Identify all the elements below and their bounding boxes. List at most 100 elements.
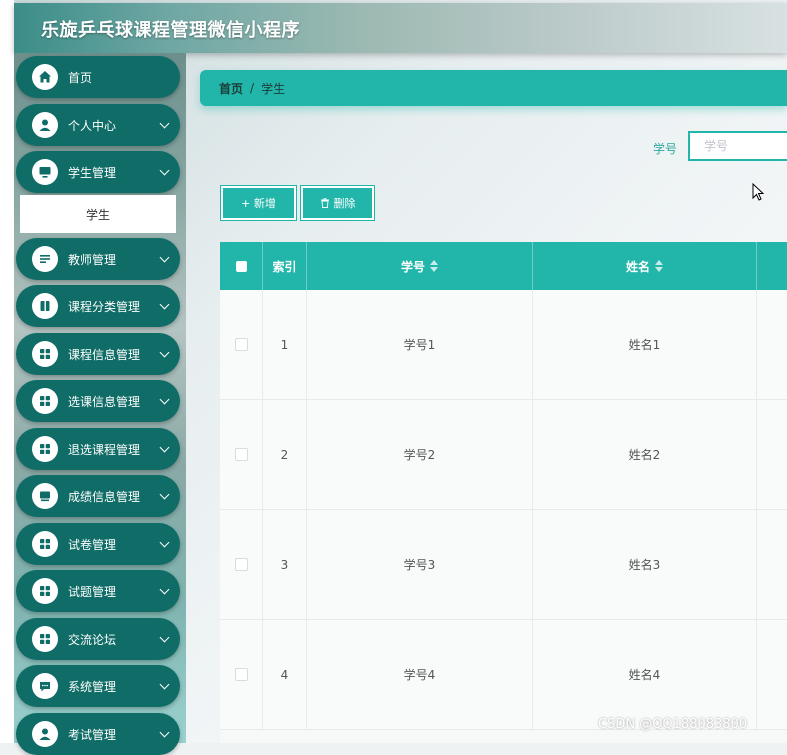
header-bar: 乐旋乒乓球课程管理微信小程序 [14,3,787,53]
sidebar-item-student-management[interactable]: 学生管理 [16,151,180,193]
sidebar: 首页 个人中心 学生管理 学生 教师管理 课程分类管理 课程信息管理 选课信息管… [14,53,186,755]
monitor-icon [32,159,58,185]
chevron-down-icon [159,442,170,453]
watermark: CSDN @QQ188083800 [598,717,748,732]
search-label: 学号 [653,142,678,156]
sidebar-item-exam-paper[interactable]: 试卷管理 [16,523,180,565]
grid-icon [32,436,58,462]
column-header-overflow [757,242,787,290]
breadcrumb-separator: / [250,81,255,95]
sidebar-item-course-selection[interactable]: 选课信息管理 [16,380,180,422]
left-edge-strip [0,0,14,743]
column-header-name[interactable]: 姓名 [533,242,757,290]
sidebar-item-home[interactable]: 首页 [16,56,180,98]
row-select-cell [220,400,263,509]
sidebar-item-course-category[interactable]: 课程分类管理 [16,285,180,327]
index-cell: 1 [263,290,307,399]
row-checkbox[interactable] [234,338,248,351]
column-header-label: 学号 [400,259,425,274]
sidebar-item-label: 系统管理 [68,679,117,694]
grid-icon [32,531,58,557]
user-icon [32,721,58,747]
grid-icon [32,388,58,414]
table-header: 索引 学号 姓名 [220,242,787,290]
trash-icon [320,198,330,208]
sidebar-item-label: 课程信息管理 [68,347,141,362]
grid-icon [32,341,58,367]
row-checkbox[interactable] [234,558,248,571]
table-row: 3 学号3 姓名3 [220,510,787,620]
name-cell: 姓名4 [533,620,757,729]
book-icon [32,293,58,319]
sidebar-item-label: 学生管理 [68,165,117,180]
index-cell: 4 [263,620,307,729]
sidebar-item-label: 退选课程管理 [68,442,141,457]
list-icon [32,246,58,272]
column-header-index: 索引 [263,242,307,290]
chevron-down-icon [159,727,170,738]
sort-icon[interactable] [430,260,438,272]
student-table: 索引 学号 姓名 1 学号1 姓名1 2 学号2 姓名2 3 学号3 姓名3 4… [220,242,787,743]
sidebar-item-forum[interactable]: 交流论坛 [16,618,180,660]
add-button-label: + 新增 [241,197,276,210]
table-row: 1 学号1 姓名1 [220,290,787,400]
chevron-down-icon [159,252,170,263]
sidebar-item-question[interactable]: 试题管理 [16,570,180,612]
submenu-item-student[interactable]: 学生 [20,195,176,233]
chevron-down-icon [159,632,170,643]
row-checkbox[interactable] [234,668,248,681]
sidebar-item-course-withdrawal[interactable]: 退选课程管理 [16,428,180,470]
grid-icon [32,578,58,604]
row-select-cell [220,510,263,619]
chevron-down-icon [159,347,170,358]
student-id-cell: 学号3 [307,510,533,619]
chevron-down-icon [159,394,170,405]
sidebar-item-teacher-management[interactable]: 教师管理 [16,238,180,280]
sidebar-item-course-info[interactable]: 课程信息管理 [16,333,180,375]
student-id-cell: 学号1 [307,290,533,399]
delete-button[interactable]: 删除 [300,185,375,221]
column-header-label: 姓名 [625,259,650,274]
sidebar-item-label: 成绩信息管理 [68,489,141,504]
app-title: 乐旋乒乓球课程管理微信小程序 [41,20,300,41]
row-checkbox[interactable] [234,448,248,461]
mouse-cursor-icon [752,182,765,205]
column-header-student-id[interactable]: 学号 [307,242,533,290]
table-row: 4 学号4 姓名4 [220,620,787,730]
name-cell: 姓名1 [533,290,757,399]
table-row: 2 学号2 姓名2 [220,400,787,510]
sidebar-item-personal-center[interactable]: 个人中心 [16,104,180,146]
sidebar-item-system[interactable]: 系统管理 [16,665,180,707]
chevron-down-icon [159,299,170,310]
sidebar-item-label: 考试管理 [68,727,117,742]
sidebar-item-label: 首页 [68,70,93,85]
grid-icon [32,626,58,652]
row-select-cell [220,290,263,399]
breadcrumb-home[interactable]: 首页 [219,80,243,97]
sidebar-item-label: 试题管理 [68,584,117,599]
chevron-down-icon [159,489,170,500]
sidebar-item-label: 教师管理 [68,252,117,267]
chevron-down-icon [159,679,170,690]
sort-icon[interactable] [655,260,663,272]
delete-button-label: 删除 [333,197,356,210]
sidebar-item-grade-info[interactable]: 成绩信息管理 [16,475,180,517]
sidebar-item-label: 个人中心 [68,118,117,133]
column-header-label: 索引 [272,259,297,274]
chevron-down-icon [159,584,170,595]
sidebar-item-exam[interactable]: 考试管理 [16,713,180,755]
chevron-down-icon [159,537,170,548]
row-select-cell [220,620,263,729]
sidebar-item-label: 选课信息管理 [68,394,141,409]
breadcrumb-current: 学生 [261,81,286,96]
user-icon [32,112,58,138]
name-cell: 姓名3 [533,510,757,619]
home-icon [32,64,58,90]
name-cell: 姓名2 [533,400,757,509]
index-cell: 3 [263,510,307,619]
breadcrumb: 首页 / 学生 [200,70,787,106]
add-button[interactable]: + 新增 [220,185,297,221]
select-all-checkbox[interactable] [235,260,247,272]
search-input[interactable] [688,131,787,161]
index-cell: 2 [263,400,307,509]
